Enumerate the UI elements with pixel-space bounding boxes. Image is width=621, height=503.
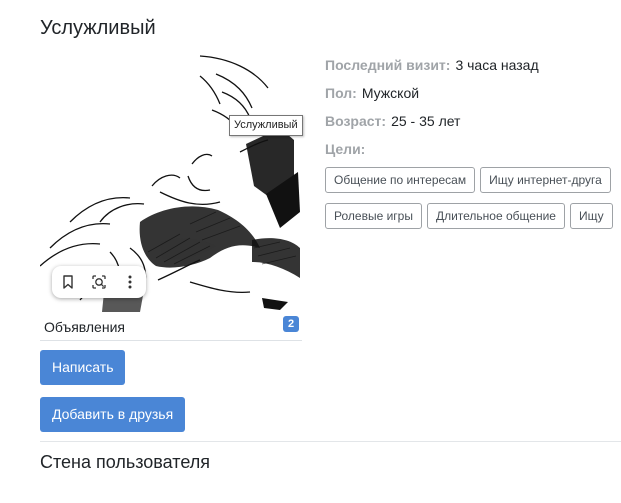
- gender-row: Пол: Мужской: [325, 84, 539, 112]
- goals-label: Цели:: [325, 141, 366, 157]
- goals-tags-row-2: Ролевые игры Длительное общение Ищу: [325, 203, 621, 229]
- ads-label: Объявления: [44, 319, 125, 335]
- goal-tag[interactable]: Общение по интересам: [325, 167, 476, 193]
- section-divider: [40, 441, 621, 442]
- goals-tags-row-1: Общение по интересам Ищу интернет-друга: [325, 167, 621, 193]
- lens-icon[interactable]: [83, 266, 114, 298]
- age-label: Возраст:: [325, 113, 387, 129]
- goal-tag[interactable]: Длительное общение: [426, 203, 565, 229]
- goals-row: Цели:: [325, 140, 539, 168]
- profile-title: Услужливый: [40, 17, 156, 39]
- bookmark-icon[interactable]: [52, 266, 83, 298]
- last-visit-label: Последний визит:: [325, 57, 451, 73]
- write-message-button[interactable]: Написать: [40, 350, 126, 385]
- goal-tag[interactable]: Ищу: [569, 203, 613, 229]
- last-visit-row: Последний визит: 3 часа назад: [325, 56, 539, 84]
- add-friend-button[interactable]: Добавить в друзья: [40, 397, 186, 432]
- photo-tooltip: Услужливый: [229, 115, 303, 136]
- gender-value: Мужской: [361, 85, 420, 101]
- ads-link[interactable]: Объявления 2: [40, 314, 302, 341]
- more-vertical-icon[interactable]: [114, 266, 145, 298]
- goal-tag[interactable]: Ищу интернет-друга: [480, 167, 611, 193]
- age-row: Возраст: 25 - 35 лет: [325, 112, 539, 140]
- goal-tag[interactable]: Ролевые игры: [325, 203, 422, 229]
- wall-title: Стена пользователя: [40, 452, 210, 472]
- gender-label: Пол:: [325, 85, 357, 101]
- last-visit-value: 3 часа назад: [455, 57, 539, 73]
- image-action-toolbar: [52, 266, 146, 298]
- profile-info: Последний визит: 3 часа назад Пол: Мужской…: [325, 56, 539, 168]
- ads-count-badge: 2: [283, 316, 299, 332]
- age-value: 25 - 35 лет: [391, 113, 461, 129]
